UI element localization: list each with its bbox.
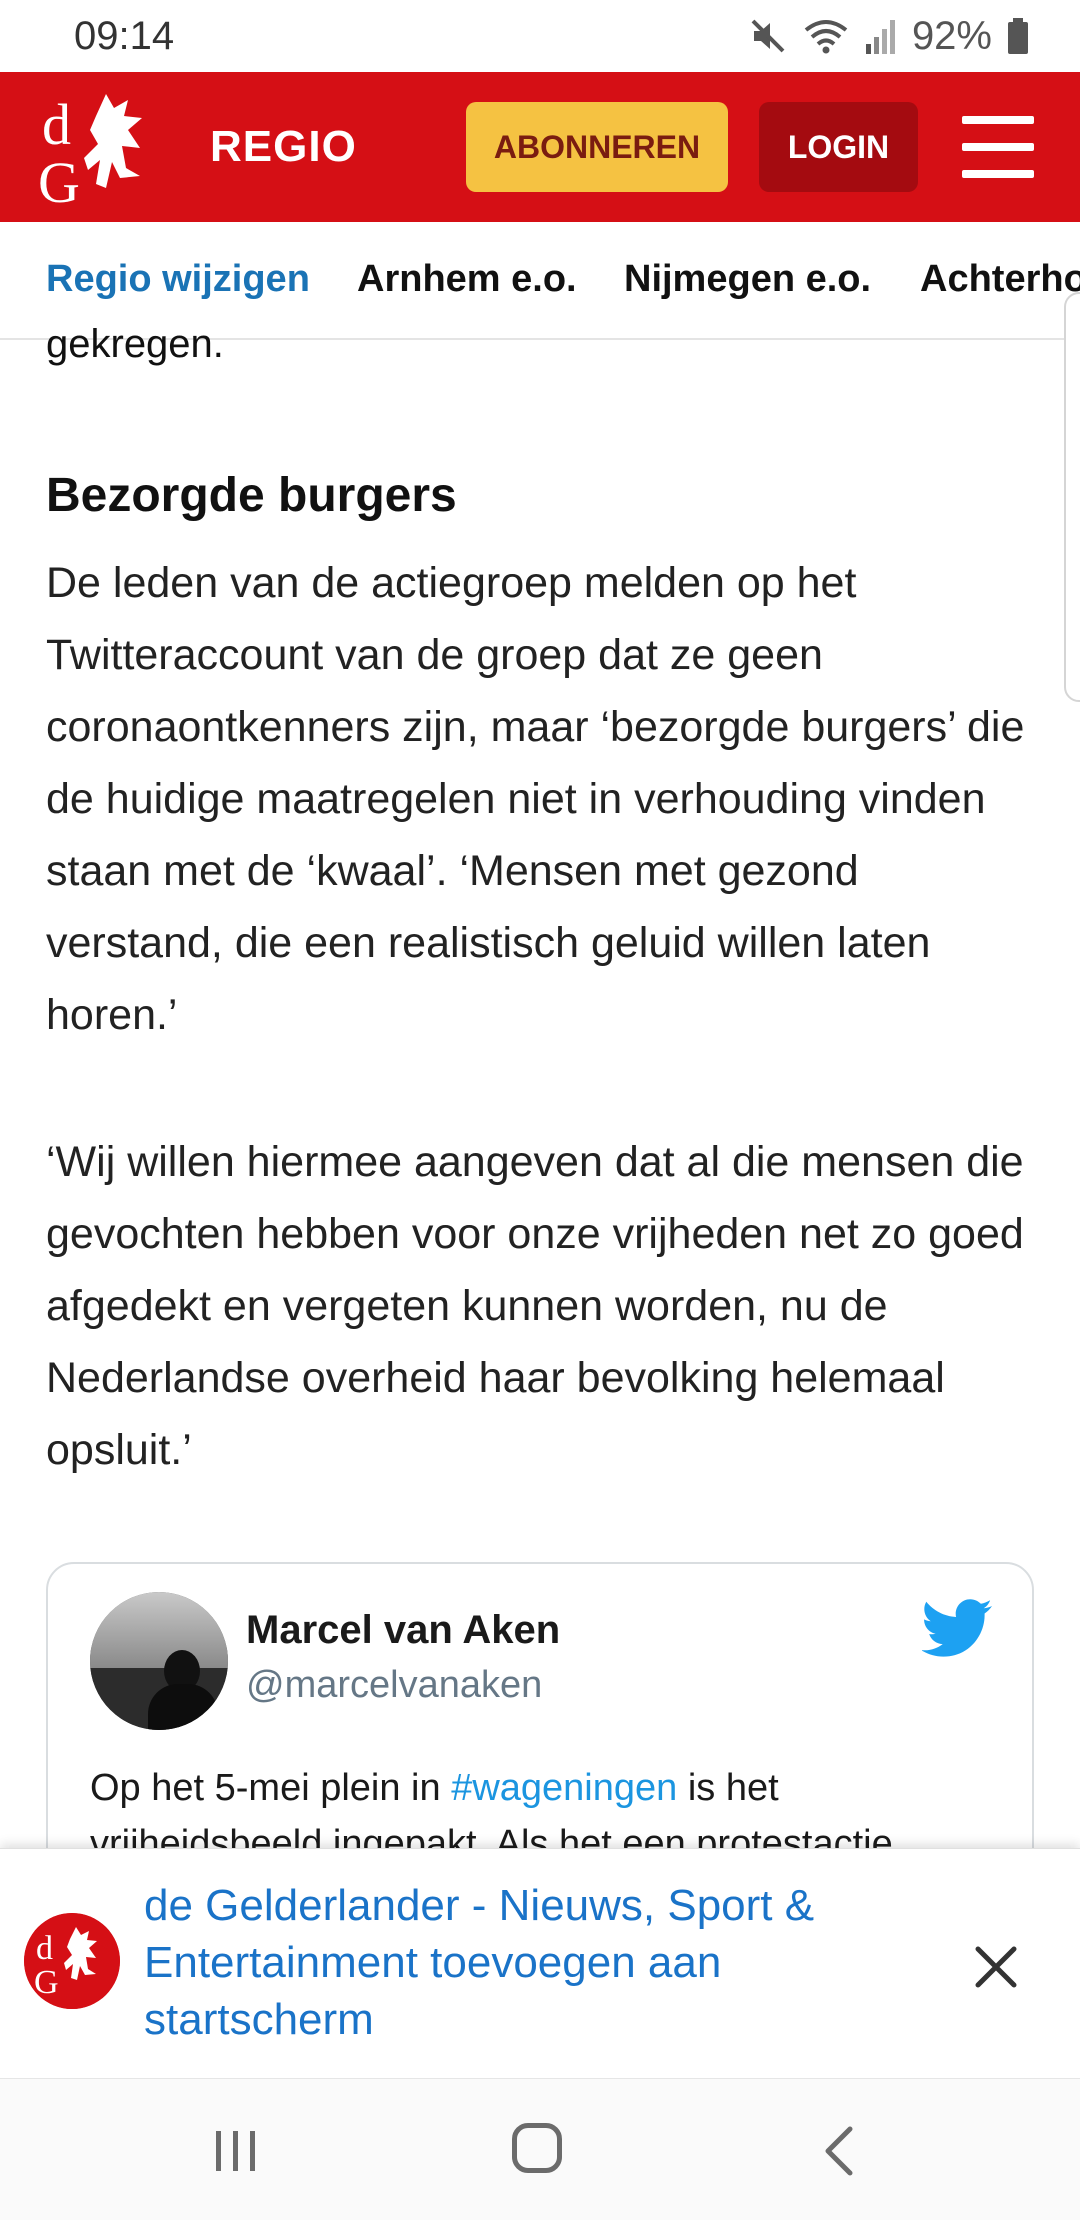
screen: 09:14 92% d G REGIO ABONNEREN LOGIN Regi… bbox=[0, 0, 1080, 2220]
tweet-hashtag[interactable]: #wageningen bbox=[451, 1767, 677, 1809]
hamburger-menu-icon[interactable] bbox=[962, 116, 1034, 178]
avatar[interactable] bbox=[90, 1592, 228, 1730]
svg-text:G: G bbox=[38, 150, 80, 208]
article-subheading: Bezorgde burgers bbox=[46, 469, 457, 522]
svg-text:d: d bbox=[42, 92, 71, 157]
add-to-home-text[interactable]: de Gelderlander - Nieuws, Sport & Entert… bbox=[144, 1877, 844, 2048]
recent-apps-icon[interactable] bbox=[212, 2127, 260, 2175]
add-to-home-banner[interactable]: d G de Gelderlander - Nieuws, Sport & En… bbox=[0, 1848, 1080, 2078]
back-icon[interactable] bbox=[820, 2125, 860, 2177]
status-bar: 09:14 92% bbox=[0, 0, 1080, 72]
subscribe-button[interactable]: ABONNEREN bbox=[466, 102, 728, 192]
dg-logo[interactable]: d G bbox=[36, 86, 176, 208]
nav-item-arnhem[interactable]: Arnhem e.o. bbox=[357, 258, 577, 301]
status-icons: 92% bbox=[748, 14, 1030, 59]
nav-item-achterhoek[interactable]: Achterhoek bbox=[920, 258, 1080, 301]
header-title[interactable]: REGIO bbox=[210, 122, 357, 172]
signal-icon bbox=[865, 20, 895, 54]
tweet-text-before: Op het 5-mei plein in bbox=[90, 1767, 452, 1809]
close-icon[interactable] bbox=[968, 1939, 1024, 1995]
battery-percent: 92% bbox=[911, 13, 992, 58]
home-icon[interactable] bbox=[512, 2123, 562, 2173]
article-paragraph: ‘Wij willen hiermee aangeven dat al die … bbox=[46, 1138, 1024, 1474]
app-icon: d G bbox=[24, 1913, 120, 2009]
scroll-indicator[interactable] bbox=[1064, 292, 1080, 702]
wifi-icon bbox=[804, 20, 848, 54]
login-button[interactable]: LOGIN bbox=[759, 102, 918, 192]
partial-line-text: gekregen. bbox=[46, 326, 224, 366]
svg-text:d: d bbox=[36, 1930, 53, 1967]
twitter-bird-icon[interactable] bbox=[922, 1598, 994, 1658]
mute-icon bbox=[751, 19, 785, 53]
nav-item-nijmegen[interactable]: Nijmegen e.o. bbox=[624, 258, 871, 301]
battery-icon bbox=[1008, 18, 1028, 54]
tweet-author-name[interactable]: Marcel van Aken bbox=[246, 1608, 560, 1653]
svg-text:G: G bbox=[34, 1964, 59, 2001]
tweet-author-handle[interactable]: @marcelvanaken bbox=[246, 1664, 542, 1707]
system-navigation-bar bbox=[0, 2078, 1080, 2220]
site-header: d G REGIO ABONNEREN LOGIN bbox=[0, 72, 1080, 222]
status-time: 09:14 bbox=[74, 13, 175, 58]
region-nav: Regio wijzigen Arnhem e.o. Nijmegen e.o.… bbox=[0, 222, 1080, 340]
article-paragraph: De leden van de actiegroep melden op het… bbox=[46, 559, 1025, 1039]
nav-item-regio-wijzigen[interactable]: Regio wijzigen bbox=[46, 258, 310, 301]
partial-line: gekregen. bbox=[46, 326, 224, 374]
